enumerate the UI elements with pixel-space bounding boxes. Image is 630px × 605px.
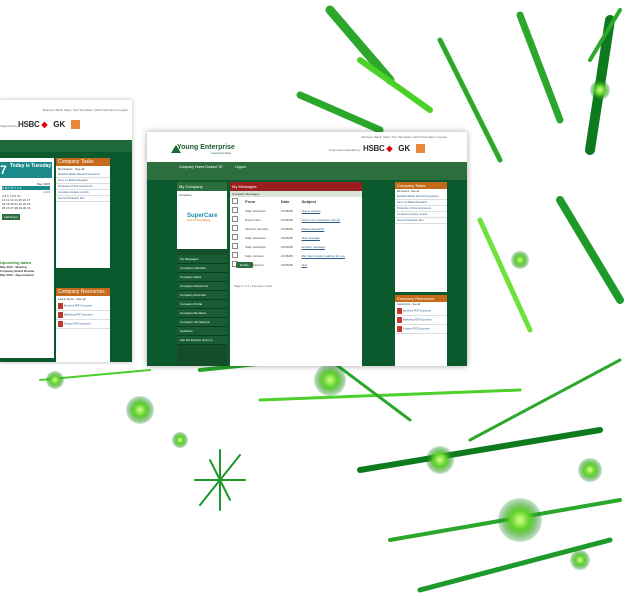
orange-logo-icon [416, 144, 426, 153]
sidebar-item-company-resources[interactable]: Company Resources [177, 282, 227, 291]
resource-item[interactable]: Business PDF Document [395, 307, 447, 316]
task-item[interactable]: Second Production Run [56, 196, 110, 202]
messages-title: My Messages [230, 182, 362, 191]
upcoming-dates: Upcoming dates May 20th : Meeting Compan… [0, 260, 34, 277]
row-checkbox[interactable] [232, 216, 238, 222]
resources-title: Company Resources [56, 288, 110, 296]
today-label: Today is Tuesday [10, 163, 52, 169]
nav-logout[interactable]: Logout [235, 165, 246, 169]
sidebar: My Company Company SuperCare Care for Ev… [177, 182, 227, 366]
company-resources-panel: Company Resources Latest Docs - See all … [56, 288, 110, 362]
pagination[interactable]: Page 1 of 1 | Previous | Next [234, 284, 272, 288]
upcoming-item[interactable]: May 28th : Appointment [0, 273, 34, 277]
column-date: Date [280, 199, 290, 204]
foreground-screenshot: Welcome Back: Sally | Ops Templates | Ed… [147, 132, 467, 366]
hsbc-logo: HSBC ◆ [363, 144, 393, 153]
background-screenshot: Welcome Back: Sally | Ops Templates | Ed… [0, 100, 132, 362]
pdf-icon [58, 321, 63, 327]
row-checkbox[interactable] [232, 225, 238, 231]
pdf-icon [397, 308, 402, 314]
sidebar-item-ask-experts[interactable]: Ask the Experts (Forum) [177, 336, 227, 345]
sidebar-item-company-accounts[interactable]: Company Accounts [177, 291, 227, 300]
hsbc-logo: HSBC ◆ [18, 120, 48, 129]
company-resources-panel: Company Resources Latest Docs - See all … [395, 295, 447, 366]
calendar-row[interactable]: 25 26 27 28 29 30 31 [2, 206, 50, 210]
sponsored-label: Supported by [0, 124, 18, 128]
column-from: From [245, 199, 256, 204]
message-subject-link[interactable]: Test message [299, 233, 362, 242]
task-item[interactable]: Second Production Run [395, 218, 447, 224]
messages-panel: My Messages Company Messages From Date S… [230, 182, 362, 366]
messages-table: From Date Subject Sally Jenkinson 27/06/… [230, 197, 362, 269]
welcome-text: Welcome Back: Sally | Ops Templates | Ed… [42, 108, 128, 112]
sidebar-item-guidance[interactable]: Guidance [177, 327, 227, 336]
message-subject-link[interactable]: Test [299, 260, 362, 269]
resource-item[interactable]: Marketing PDF Document [56, 311, 110, 320]
brand-tagline: Learning by doing [211, 152, 231, 155]
sidebar-item-company-profile[interactable]: Company Profile [177, 300, 227, 309]
gk-logo: GK [398, 144, 411, 153]
sidebar-item-company-calendar[interactable]: Company Calendar [177, 264, 227, 273]
company-card: Company SuperCare Care for Everything [177, 191, 227, 249]
message-subject-link[interactable]: Market Research [299, 224, 362, 233]
sponsor-logos: HSBC ◆ GK [18, 120, 81, 129]
add-event-button[interactable]: Add Event [2, 214, 20, 220]
pdf-icon [397, 317, 402, 323]
sidebar-title: My Company [177, 182, 227, 191]
nav-contact-ye[interactable]: Contact YE [205, 165, 223, 169]
row-checkbox[interactable] [232, 207, 238, 213]
table-row[interactable]: Sally Jenkinson 21/06/08 Another message [230, 242, 362, 251]
table-row[interactable]: Sally Johnson 21/06/08 RE: How is team w… [230, 251, 362, 260]
nav-bar [0, 140, 132, 152]
table-row[interactable]: Jasmine Grimsby 27/06/08 Market Research [230, 224, 362, 233]
table-row[interactable]: Sally Jenkinson 27/06/08 Test to a team [230, 206, 362, 215]
pdf-icon [58, 303, 63, 309]
tasks-title: Company Tasks [56, 158, 110, 166]
sidebar-item-ye-network[interactable]: Company YE Network [177, 318, 227, 327]
calendar-panel: 7 Today is Tuesday May 2008 S M T W T F … [0, 158, 54, 358]
brand-name: Young Enterprise [177, 144, 235, 151]
message-subject-link[interactable]: Another message [299, 242, 362, 251]
resource-item[interactable]: Business PDF Document [56, 302, 110, 311]
today-box: 7 Today is Tuesday [0, 162, 52, 178]
company-tasks-panel: Company Tasks Reminders - See all Deadli… [395, 182, 447, 292]
row-checkbox[interactable] [232, 243, 238, 249]
sidebar-item-my-messages[interactable]: My Messages [177, 255, 227, 264]
right-gutter [110, 152, 132, 362]
company-logo: SuperCare Care for Everything [187, 213, 218, 222]
table-header: From Date Subject [230, 197, 362, 206]
supported-label: Supported nationally by [329, 148, 361, 152]
sponsor-logos: HSBC ◆ GK [363, 144, 426, 153]
top-nav: Company Home Contact YE Logout [147, 162, 467, 180]
sidebar-item-company-tasks[interactable]: Company Tasks [177, 273, 227, 282]
column-subject: Subject [301, 199, 316, 204]
sidebar-item-company-members[interactable]: Company Members [177, 309, 227, 318]
resource-item[interactable]: Marketing PDF Document [395, 316, 447, 325]
tasks-title: Company Tasks [395, 182, 447, 189]
message-subject-link[interactable]: How is the production going? [299, 215, 362, 224]
resources-title: Company Resources [395, 295, 447, 302]
calendar-grid: May 2008 S M T W T F S 1 2 3 4 5 6 7 8 9… [2, 182, 50, 220]
top-bar: Welcome Back: Sally | Ops Templates | Ed… [0, 100, 132, 118]
pdf-icon [58, 312, 63, 318]
message-subject-link[interactable]: Test to a team [299, 206, 362, 215]
resource-item[interactable]: Finance PDF Document [56, 320, 110, 329]
row-checkbox[interactable] [232, 234, 238, 240]
nav-company-home[interactable]: Company Home [179, 165, 204, 169]
sidebar-menu: My Messages Company Calendar Company Tas… [177, 255, 227, 345]
gk-logo: GK [53, 120, 66, 129]
pdf-icon [397, 326, 402, 332]
today-number: 7 [0, 163, 7, 177]
delete-button[interactable]: Delete [236, 262, 253, 268]
table-row[interactable]: Sally Jenkinson 21/06/08 Test message [230, 233, 362, 242]
orange-logo-icon [71, 120, 81, 129]
company-tasks-panel: Company Tasks Reminders - See all Deadli… [56, 158, 110, 268]
resource-item[interactable]: Finance PDF Document [395, 325, 447, 334]
table-row[interactable]: David Chen 27/06/08 How is the productio… [230, 215, 362, 224]
welcome-text: Welcome Back: Sally | Ops Templates | Ed… [361, 135, 447, 139]
message-subject-link[interactable]: RE: How is team working for you [299, 251, 362, 260]
company-label: Company [179, 193, 192, 197]
select-all-checkbox[interactable] [232, 198, 238, 204]
row-checkbox[interactable] [232, 252, 238, 258]
